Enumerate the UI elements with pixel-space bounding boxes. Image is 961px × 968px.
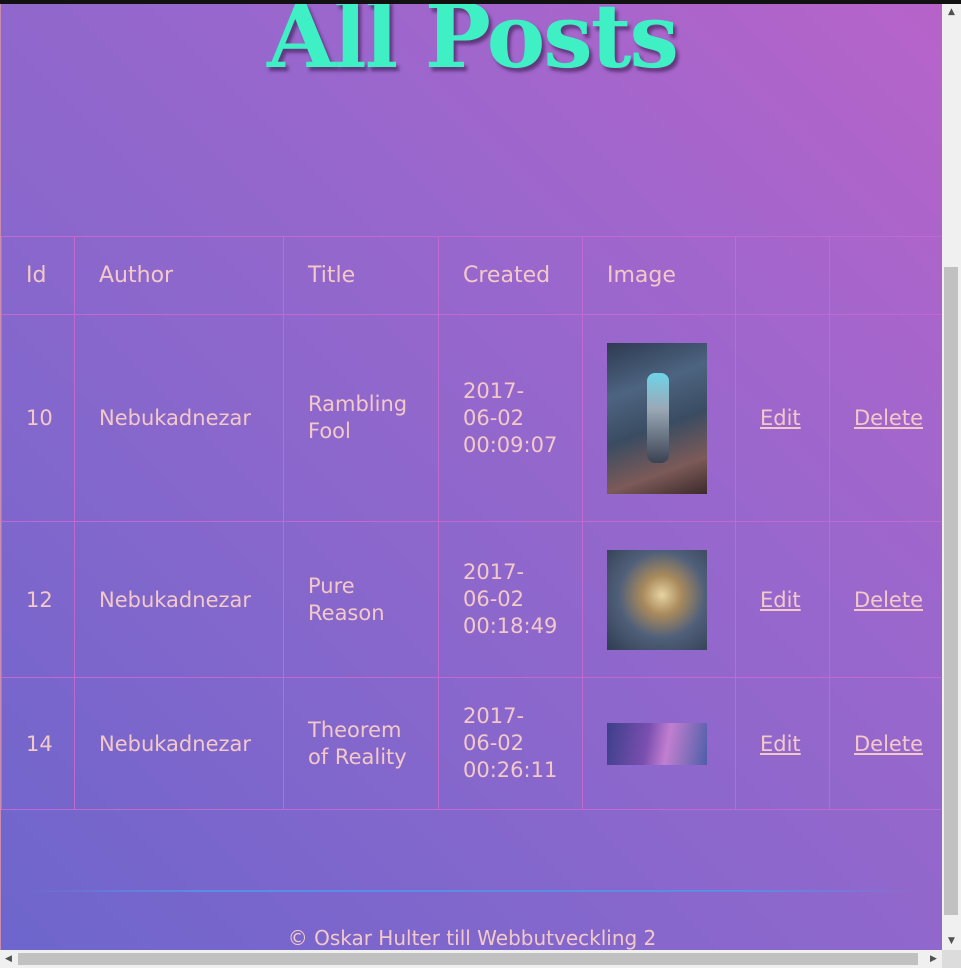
vertical-scrollbar[interactable]: ▲ ▼	[942, 4, 961, 950]
table-row: 10 Nebukadnezar Rambling Fool 2017- 06-02 0…	[1, 314, 943, 522]
column-header-edit	[735, 236, 830, 315]
created-line: 2017-	[463, 378, 525, 403]
post-title: Rambling Fool	[283, 314, 439, 522]
post-title-line: Reason	[308, 600, 385, 625]
post-created: 2017- 06-02 00:09:07	[438, 314, 583, 522]
post-image-cell	[582, 314, 736, 522]
table-header-row: Id Author Title Created Image	[1, 236, 943, 315]
created-line: 00:26:11	[463, 758, 558, 782]
post-title-line: Pure	[308, 573, 355, 598]
page-viewport: All Posts Id Author Title Created Image …	[0, 4, 943, 950]
created-line: 2017-	[463, 560, 525, 584]
delete-link[interactable]: Delete	[854, 588, 923, 612]
post-title-line: of Reality	[308, 744, 407, 769]
horizontal-scrollbar[interactable]: ◀ ▶	[0, 950, 942, 968]
created-line: 2017-	[463, 704, 525, 728]
column-header-title: Title	[283, 236, 439, 315]
footer-divider	[21, 890, 921, 892]
vertical-scroll-thumb[interactable]	[944, 267, 958, 915]
post-title-line: Rambling	[308, 392, 408, 416]
edit-cell: Edit	[735, 314, 830, 522]
created-line: 06-02	[463, 731, 525, 755]
scroll-left-arrow-icon[interactable]: ◀	[0, 950, 17, 968]
post-image-cell	[582, 677, 736, 810]
edit-link[interactable]: Edit	[760, 588, 801, 612]
created-line: 06-02	[463, 587, 525, 611]
created-line: 00:09:07	[463, 432, 558, 457]
scroll-right-arrow-icon[interactable]: ▶	[925, 950, 942, 968]
horizontal-scroll-thumb[interactable]	[18, 953, 918, 965]
post-title-line: Theorem	[308, 717, 402, 742]
edit-cell: Edit	[735, 521, 830, 678]
edit-cell: Edit	[735, 677, 830, 810]
post-image-cell	[582, 521, 736, 678]
post-id: 12	[1, 521, 75, 678]
post-created: 2017- 06-02 00:18:49	[438, 521, 583, 678]
scrollbar-corner	[942, 950, 961, 968]
post-title-line: Fool	[308, 419, 351, 443]
table-row: 12 Nebukadnezar Pure Reason 2017- 06-02 00:…	[1, 521, 943, 678]
column-header-author: Author	[74, 236, 284, 315]
post-id: 10	[1, 314, 75, 522]
post-thumbnail	[607, 342, 707, 494]
table-row: 14 Nebukadnezar Theorem of Reality 2017- 0…	[1, 677, 943, 810]
delete-cell: Delete	[829, 314, 943, 522]
post-title: Pure Reason	[283, 521, 439, 678]
delete-link[interactable]: Delete	[854, 406, 923, 430]
post-id: 14	[1, 677, 75, 810]
column-header-delete	[829, 236, 943, 315]
scroll-down-arrow-icon[interactable]: ▼	[942, 933, 961, 950]
post-thumbnail	[607, 722, 707, 765]
post-author: Nebukadnezar	[74, 677, 284, 810]
delete-cell: Delete	[829, 521, 943, 678]
created-line: 00:18:49	[463, 614, 558, 638]
posts-table: Id Author Title Created Image 10 Nebukad…	[1, 236, 943, 810]
footer-copyright: © Oskar Hulter till Webbutveckling 2	[287, 926, 657, 950]
scroll-up-arrow-icon[interactable]: ▲	[942, 4, 961, 21]
column-header-id: Id	[1, 236, 75, 315]
created-line: 06-02	[463, 405, 525, 430]
page-title: All Posts	[266, 4, 679, 88]
edit-link[interactable]: Edit	[760, 406, 801, 430]
post-created: 2017- 06-02 00:26:11	[438, 677, 583, 810]
post-author: Nebukadnezar	[74, 314, 284, 522]
column-header-image: Image	[582, 236, 736, 315]
column-header-created: Created	[438, 236, 583, 315]
post-title: Theorem of Reality	[283, 677, 439, 810]
post-author: Nebukadnezar	[74, 521, 284, 678]
delete-cell: Delete	[829, 677, 943, 810]
edit-link[interactable]: Edit	[760, 732, 801, 756]
delete-link[interactable]: Delete	[854, 732, 923, 756]
post-thumbnail	[607, 549, 707, 650]
